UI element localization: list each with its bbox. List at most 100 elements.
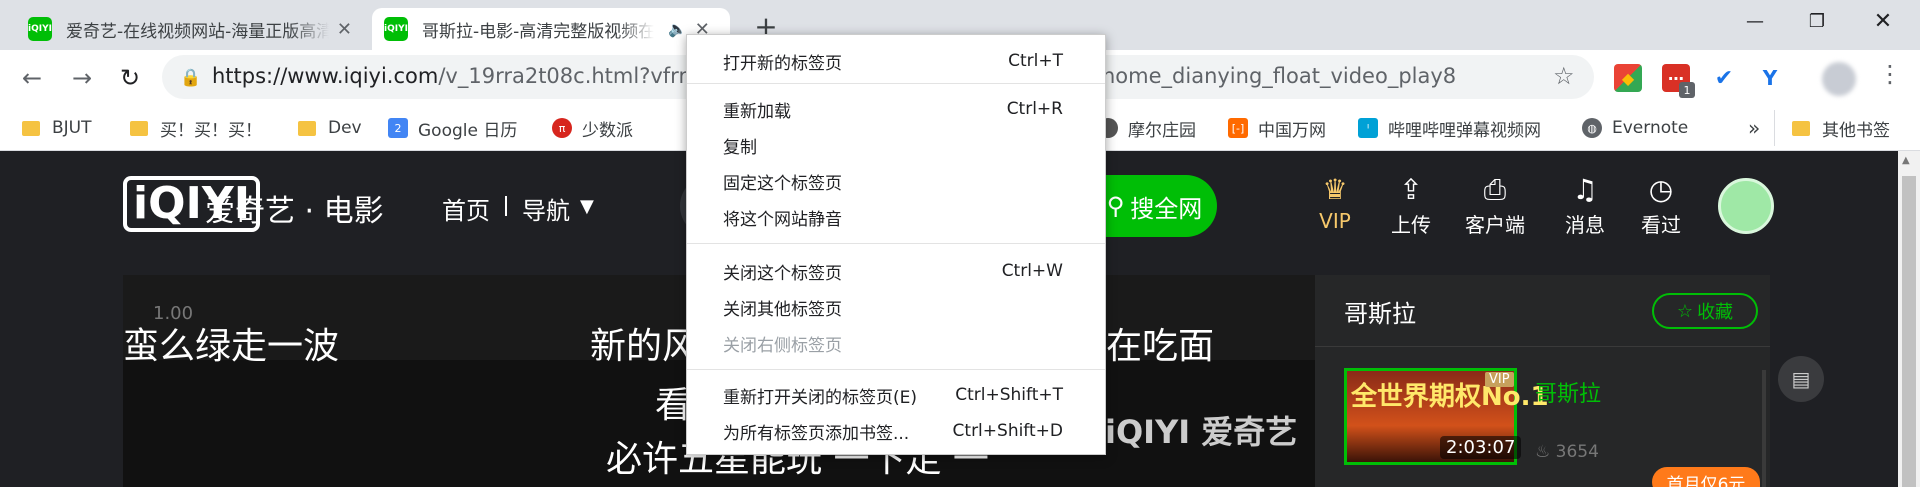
play-count-value: 3654 xyxy=(1555,442,1599,462)
check-extension-icon[interactable]: ✔ xyxy=(1710,64,1738,92)
menu-dots-icon[interactable]: ⋮ xyxy=(1878,60,1902,88)
bookmark-other[interactable]: 其他书签 xyxy=(1792,114,1890,142)
menu-label: 关闭其他标签页 xyxy=(723,299,842,320)
header-messages[interactable]: ♫ 消息 xyxy=(1550,173,1620,238)
header-label: 消息 xyxy=(1565,213,1605,237)
menu-item-pin-tab[interactable]: 固定这个标签页 xyxy=(687,163,1105,199)
restore-icon[interactable]: ❐ xyxy=(1786,0,1848,42)
nav-guide[interactable]: 导航 xyxy=(522,191,570,226)
minimize-icon[interactable]: — xyxy=(1724,0,1786,42)
iqiyi-favicon-icon: iQIYI xyxy=(28,17,52,41)
chrome-extension-icon[interactable]: ◆ xyxy=(1614,64,1642,92)
menu-item-reload[interactable]: 重新加载 Ctrl+R xyxy=(687,91,1105,127)
menu-item-close-other-tabs[interactable]: 关闭其他标签页 xyxy=(687,289,1105,325)
search-icon: ⚲ xyxy=(1106,192,1125,220)
flame-icon: ♨ xyxy=(1535,442,1556,462)
menu-item-bookmark-all-tabs[interactable]: 为所有标签页添加书签... Ctrl+Shift+D xyxy=(687,413,1105,449)
vip-badge: VIP xyxy=(1485,372,1514,387)
promo-badge[interactable]: 首月仅6元 xyxy=(1652,467,1760,487)
header-label: 客户端 xyxy=(1465,213,1525,237)
menu-shortcut: Ctrl+W xyxy=(1001,261,1063,281)
sidebar-title: 哥斯拉 xyxy=(1344,300,1416,328)
bookmark-bjut[interactable]: BJUT xyxy=(22,114,92,142)
bookmark-label: Google 日历 xyxy=(418,120,518,141)
crown-icon: ♛ xyxy=(1322,173,1348,206)
menu-label: 为所有标签页添加书签... xyxy=(723,423,910,444)
speaker-icon[interactable]: 🔈 xyxy=(668,20,687,38)
header-upload[interactable]: ⇪ 上传 xyxy=(1376,173,1446,238)
vpn-extension-icon[interactable]: Y xyxy=(1756,64,1784,92)
sspai-icon: π xyxy=(552,118,572,138)
wanwang-icon: [-] xyxy=(1228,118,1248,138)
bookmark-mole-manor[interactable]: 摩尔庄园 xyxy=(1098,114,1196,142)
danmaku-text: 在吃面 xyxy=(1106,326,1215,367)
iqiyi-favicon-icon: iQIYI xyxy=(384,17,408,41)
bookmark-sspai[interactable]: π 少数派 xyxy=(552,114,633,142)
menu-separator xyxy=(687,369,1105,370)
menu-label: 重新加载 xyxy=(723,101,791,122)
search-all-button[interactable]: ⚲ 搜全网 xyxy=(1092,175,1217,237)
back-arrow-icon[interactable]: ← xyxy=(14,62,50,94)
bookmark-divider xyxy=(1774,110,1775,146)
menu-shortcut: Ctrl+Shift+D xyxy=(952,421,1063,441)
url-path: /v_19rra2t08c.html?vfrm= xyxy=(438,64,717,88)
bookmark-label: BJUT xyxy=(52,118,92,138)
tab-iqiyi-home[interactable]: iQIYI 爱奇艺-在线视频网站-海量正版高清视频在线观看 ✕ xyxy=(16,8,364,50)
collect-button[interactable]: ☆ 收藏 xyxy=(1652,293,1758,329)
header-vip[interactable]: ♛ VIP xyxy=(1300,173,1370,233)
chat-icon[interactable]: ▤ xyxy=(1778,356,1824,402)
user-avatar[interactable] xyxy=(1718,178,1774,234)
close-window-icon[interactable]: ✕ xyxy=(1852,0,1914,42)
header-history[interactable]: ◷ 看过 xyxy=(1626,173,1696,238)
menu-item-reopen-closed-tab[interactable]: 重新打开关闭的标签页(E) Ctrl+Shift+T xyxy=(687,377,1105,413)
sidebar-divider xyxy=(1315,346,1770,347)
bilibili-icon: ᑊ xyxy=(1358,118,1378,138)
bookmark-label: 其他书签 xyxy=(1822,120,1890,141)
folder-icon xyxy=(298,120,316,136)
menu-item-mute-site[interactable]: 将这个网站静音 xyxy=(687,199,1105,235)
tab-context-menu: 打开新的标签页 Ctrl+T 重新加载 Ctrl+R 复制 固定这个标签页 将这个网… xyxy=(686,34,1106,455)
close-icon[interactable]: ✕ xyxy=(337,19,352,40)
menu-label: 重新打开关闭的标签页(E) xyxy=(723,387,918,408)
menu-separator xyxy=(687,83,1105,84)
url-text[interactable]: https://www.iqiyi.com/v_19rra2t08c.html?… xyxy=(212,64,717,88)
movie-title-link[interactable]: 哥斯拉 xyxy=(1535,376,1601,408)
bookmark-buy[interactable]: 买！买！买！ xyxy=(130,114,262,142)
scroll-up-icon[interactable]: ▲ xyxy=(1902,155,1910,166)
reload-icon[interactable]: ↻ xyxy=(112,62,148,94)
bookmark-label: Dev xyxy=(328,118,362,138)
iqiyi-watermark: iQIYI 爱奇艺 xyxy=(1105,413,1298,451)
menu-label: 关闭这个标签页 xyxy=(723,263,842,284)
bookmark-bilibili[interactable]: ᑊ 哔哩哔哩弹幕视频网 xyxy=(1358,114,1541,142)
menu-shortcut: Ctrl+R xyxy=(1006,99,1063,119)
forward-arrow-icon[interactable]: → xyxy=(64,62,100,94)
bookmark-google-calendar[interactable]: 2 Google 日历 xyxy=(388,114,517,142)
header-label: 上传 xyxy=(1391,213,1431,237)
header-client[interactable]: ⎙ 客户端 xyxy=(1460,173,1530,238)
folder-icon xyxy=(1792,120,1810,136)
calendar-icon: 2 xyxy=(388,118,408,138)
bookmark-wanwang[interactable]: [-] 中国万网 xyxy=(1228,114,1326,142)
menu-item-new-tab[interactable]: 打开新的标签页 Ctrl+T xyxy=(687,43,1105,79)
menu-label: 复制 xyxy=(723,137,757,158)
bookmark-overflow-chevron[interactable]: » xyxy=(1748,114,1760,142)
tab-godzilla[interactable]: iQIYI 哥斯拉-电影-高清完整版视频在线观看 🔈 ✕ xyxy=(372,8,730,50)
folder-icon xyxy=(22,120,40,136)
menu-label: 将这个网站静音 xyxy=(723,209,842,230)
nav-home[interactable]: 首页 xyxy=(442,191,490,226)
star-icon[interactable]: ☆ xyxy=(1553,62,1575,90)
sidebar-scrollbar[interactable] xyxy=(1762,370,1766,487)
history-icon: ◷ xyxy=(1648,173,1674,206)
menu-item-close-tab[interactable]: 关闭这个标签页 Ctrl+W xyxy=(687,253,1105,289)
bookmark-evernote[interactable]: ◍ Evernote xyxy=(1582,114,1688,142)
tab-title: 哥斯拉-电影-高清完整版视频在线观看 xyxy=(422,21,654,42)
bookmark-dev[interactable]: Dev xyxy=(298,114,362,142)
url-tail: home_dianying_float_video_play8 xyxy=(1102,64,1457,88)
tab-title: 爱奇艺-在线视频网站-海量正版高清视频在线观看 xyxy=(66,21,329,42)
page-scrollbar-thumb[interactable] xyxy=(1902,176,1916,487)
menu-separator xyxy=(687,243,1105,244)
menu-item-duplicate[interactable]: 复制 xyxy=(687,127,1105,163)
menu-shortcut: Ctrl+T xyxy=(1008,51,1063,71)
header-label: VIP xyxy=(1319,209,1351,233)
profile-avatar[interactable] xyxy=(1822,62,1856,96)
